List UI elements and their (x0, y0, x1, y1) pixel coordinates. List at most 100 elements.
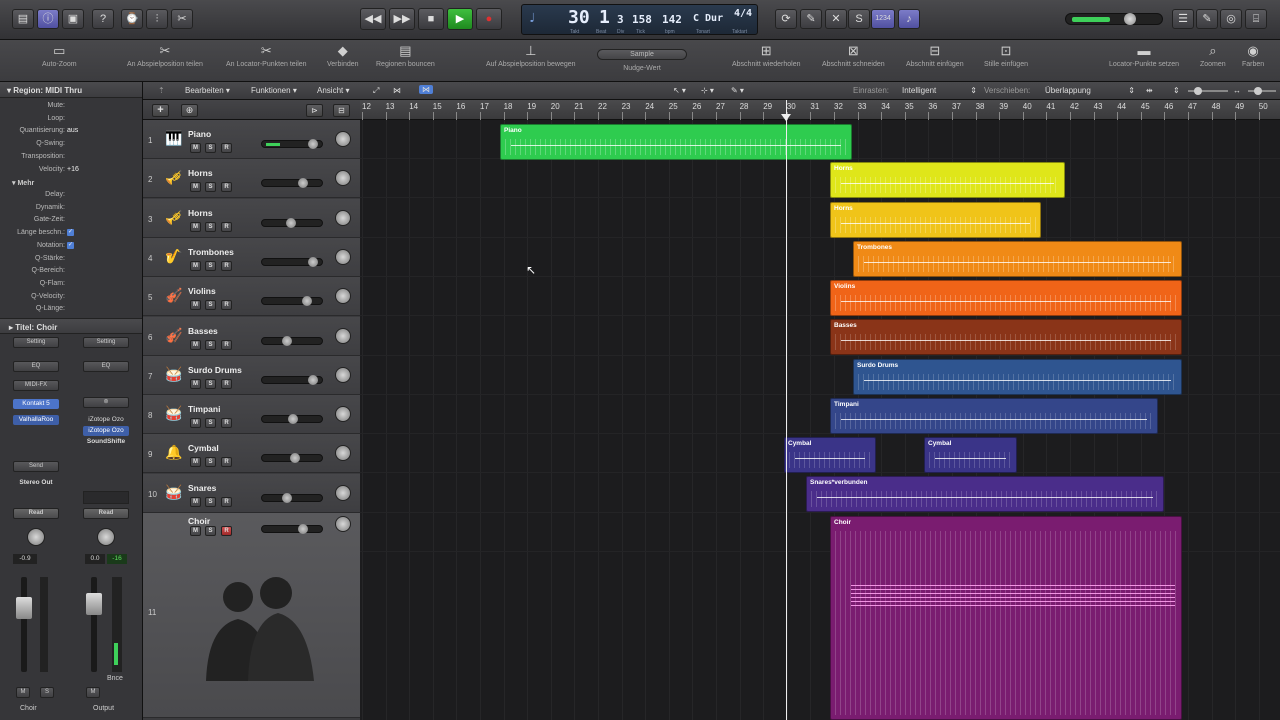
lcd-display[interactable]: ♩ 30 1 3 158 142 C Dur 4/4 Takt Beat Div… (521, 4, 758, 35)
fader-knob[interactable] (302, 296, 312, 307)
track-pan-knob[interactable] (335, 366, 351, 383)
forward-button[interactable]: ▶▶ (389, 8, 415, 30)
midi-region[interactable]: Timpani (830, 398, 1158, 434)
inspector-row[interactable]: Dynamik: (0, 204, 140, 216)
playhead[interactable] (786, 100, 787, 720)
eq-button[interactable]: EQ (13, 361, 59, 372)
solo-button[interactable]: S (205, 143, 216, 153)
mute-button[interactable]: M (190, 418, 201, 429)
mute-button[interactable]: M (190, 526, 201, 536)
track-volume-fader[interactable] (261, 374, 323, 385)
fader-knob[interactable] (298, 524, 308, 534)
midi-region[interactable]: Cymbal (924, 437, 1017, 473)
track-name[interactable]: Surdo Drums (188, 365, 242, 375)
solo-icon[interactable]: S (848, 9, 870, 29)
pan-knob[interactable] (27, 528, 45, 546)
track-name[interactable]: Cymbal (188, 443, 219, 453)
vertical-zoom-icon[interactable]: ⇕ (1173, 86, 1180, 95)
mute-button[interactable]: M (16, 687, 30, 698)
mute-button[interactable]: M (190, 339, 201, 350)
record-enable-button[interactable]: R (221, 260, 232, 271)
fader-knob[interactable] (286, 217, 296, 228)
track-volume-fader[interactable] (261, 217, 323, 228)
volume-fader[interactable] (16, 597, 32, 619)
track-view-button[interactable]: ⊳ (306, 104, 323, 117)
nudge-value-field[interactable]: Sample (597, 49, 687, 60)
notepad-icon[interactable]: ✎ (1196, 9, 1218, 29)
automation-mode[interactable]: Read (13, 508, 59, 519)
inspector-row-value[interactable]: aus (67, 127, 78, 134)
timeline-ruler[interactable]: 12 13 14 15 16 17 18 19 20 21 22 23 24 25 26 27 28 29 30 31… (360, 100, 1280, 120)
audio-fx-slot-output[interactable]: SoundShifte (83, 437, 129, 447)
horizontal-zoom-slider[interactable] (1248, 87, 1276, 95)
output-slot[interactable]: Stereo Out (13, 478, 59, 488)
setting-button[interactable]: Setting (13, 337, 59, 348)
flex-icon[interactable]: ⋈ (419, 85, 433, 94)
mute-button[interactable]: M (190, 496, 201, 507)
quick-help-icon[interactable]: ? (92, 9, 114, 29)
add-track-button[interactable]: + (152, 104, 169, 117)
midi-region[interactable]: Snares*verbunden (806, 476, 1164, 512)
inspector-row[interactable]: Q-Swing: (0, 140, 140, 152)
mixer-icon[interactable]: ⫶ (146, 9, 168, 29)
replace-icon[interactable]: ✕ (825, 9, 847, 29)
solo-button[interactable]: S (205, 378, 216, 389)
volume-fader-output[interactable] (86, 593, 102, 615)
toolbar-icon[interactable]: ▣ (62, 9, 84, 29)
midi-region[interactable]: Trombones (853, 241, 1182, 277)
record-enable-button[interactable]: R (221, 418, 232, 429)
auto-zoom-tool[interactable]: ▭ Auto-Zoom (42, 43, 77, 68)
nudge-value-tool[interactable]: Sample Nudge-Wert (597, 49, 687, 72)
solo-button[interactable]: S (205, 300, 216, 311)
fader-knob[interactable] (298, 178, 308, 189)
crosshair-tool-icon[interactable]: ⊹ ▾ (701, 86, 714, 95)
global-tracks-button[interactable]: ⊟ (333, 104, 350, 117)
record-button[interactable]: ● (476, 8, 502, 30)
playhead-marker-icon[interactable] (781, 114, 791, 121)
track-name[interactable]: Snares (188, 483, 216, 493)
zoom-knob[interactable] (1194, 87, 1202, 95)
track-name[interactable]: Horns (188, 208, 213, 218)
track-header[interactable]: 10 🥁 Snares M S R (143, 473, 360, 513)
editors-icon[interactable]: ✂ (171, 9, 193, 29)
inspector-row[interactable]: Notation: ✓ (0, 241, 140, 254)
insert-section-tool[interactable]: ⊟ Abschnitt einfügen (906, 43, 964, 68)
functions-menu[interactable]: Funktionen ▾ (251, 86, 297, 95)
record-enable-button[interactable]: R (221, 526, 232, 536)
solo-button[interactable]: S (205, 496, 216, 507)
repeat-section-tool[interactable]: ⊞ Abschnitt wiederholen (732, 43, 801, 68)
track-volume-fader[interactable] (261, 335, 323, 346)
midi-region[interactable]: Surdo Drums (853, 359, 1182, 395)
audio-fx-slot-output[interactable]: iZotope Ozo (83, 415, 129, 425)
track-name[interactable]: Basses (188, 326, 218, 336)
track-volume-fader[interactable] (261, 414, 323, 425)
track-header[interactable]: 11 Choir M S R (143, 513, 360, 718)
insert-silence-tool[interactable]: ⊡ Stille einfügen (984, 43, 1028, 68)
record-enable-button[interactable]: R (221, 496, 232, 507)
track-header[interactable]: 2 🎺 Horns M S R (143, 159, 360, 199)
inspector-row[interactable]: Q-Stärke: (0, 255, 140, 267)
track-pan-knob[interactable] (335, 170, 351, 187)
stop-button[interactable]: ■ (418, 8, 444, 30)
track-lane[interactable] (360, 199, 1280, 238)
fader-knob[interactable] (290, 453, 300, 464)
fader-knob[interactable] (308, 139, 318, 149)
midi-region[interactable]: Violins (830, 280, 1182, 316)
track-lane[interactable] (360, 159, 1280, 199)
vertical-zoom-slider[interactable] (1188, 87, 1228, 95)
track-name[interactable]: Choir (188, 516, 210, 526)
inspector-row[interactable]: Q-Velocity: (0, 293, 140, 305)
midi-region[interactable]: Horns (830, 202, 1041, 238)
inspector-row-value[interactable]: ✓ (67, 229, 74, 237)
inspector-row[interactable]: Delay: (0, 191, 140, 203)
record-enable-button[interactable]: R (221, 339, 232, 350)
region-inspector-header[interactable]: ▾ Region: MIDI Thru (0, 82, 142, 98)
solo-button[interactable]: S (205, 418, 216, 429)
track-pan-knob[interactable] (335, 288, 351, 305)
automation-mode-output[interactable]: Read (83, 508, 129, 519)
cycle-icon[interactable]: ⟳ (775, 9, 797, 29)
mute-button[interactable]: M (190, 378, 201, 389)
list-editors-icon[interactable]: ☰ (1172, 9, 1194, 29)
track-header[interactable]: 9 🔔 Cymbal M S R (143, 434, 360, 474)
inspector-row[interactable]: Loop: (0, 115, 140, 127)
